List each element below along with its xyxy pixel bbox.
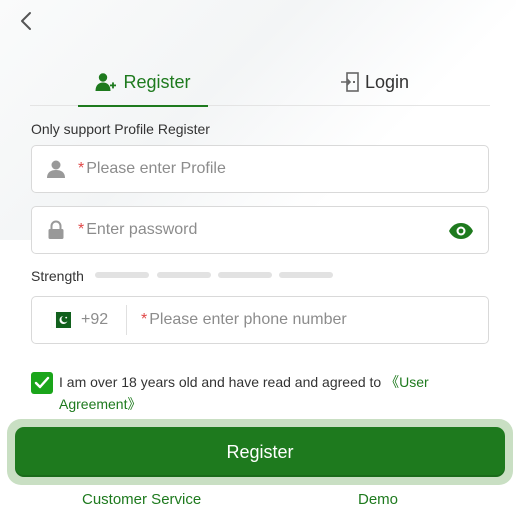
register-hint: Only support Profile Register — [31, 121, 210, 137]
strength-segment — [279, 272, 333, 278]
back-button[interactable] — [14, 8, 38, 34]
divider — [126, 305, 127, 335]
customer-service-link[interactable]: Customer Service — [82, 491, 201, 508]
login-door-icon — [340, 72, 359, 92]
agreement-text: I am over 18 years old and have read and… — [59, 371, 471, 415]
phone-placeholder: Please enter phone number — [149, 311, 347, 328]
strength-label: Strength — [31, 268, 84, 284]
tab-register[interactable]: Register — [78, 58, 208, 107]
agreement-checkbox[interactable] — [31, 372, 53, 394]
user-icon — [34, 159, 78, 179]
demo-link[interactable]: Demo — [358, 491, 398, 508]
strength-segment — [95, 272, 149, 278]
auth-tabs: Register Login — [30, 58, 490, 107]
check-icon — [34, 376, 50, 389]
agreement-statement: I am over 18 years old and have read and… — [59, 374, 386, 390]
tab-login-label: Login — [364, 71, 410, 92]
required-mark: * — [78, 221, 85, 238]
eye-icon[interactable] — [448, 219, 474, 243]
tab-login[interactable]: Login — [330, 58, 420, 106]
profile-input[interactable]: * Please enter Profile — [31, 145, 489, 193]
add-user-icon — [95, 72, 117, 92]
strength-segment — [157, 272, 211, 278]
chevron-left-icon — [21, 12, 31, 30]
country-code[interactable]: +92 — [81, 311, 126, 329]
register-button[interactable]: Register — [15, 427, 505, 477]
tab-register-label: Register — [123, 71, 191, 92]
strength-segment — [218, 272, 272, 278]
password-input[interactable]: * Enter password — [31, 206, 489, 254]
profile-placeholder: Please enter Profile — [86, 160, 226, 177]
required-mark: * — [141, 311, 148, 328]
background-gradient — [0, 0, 516, 240]
password-placeholder: Enter password — [86, 221, 198, 238]
required-mark: * — [78, 160, 85, 177]
phone-input[interactable]: +92 * Please enter phone number — [31, 296, 489, 344]
agreement-row: I am over 18 years old and have read and… — [31, 371, 471, 415]
lock-icon — [34, 220, 78, 240]
pakistan-flag-icon[interactable] — [51, 312, 71, 328]
